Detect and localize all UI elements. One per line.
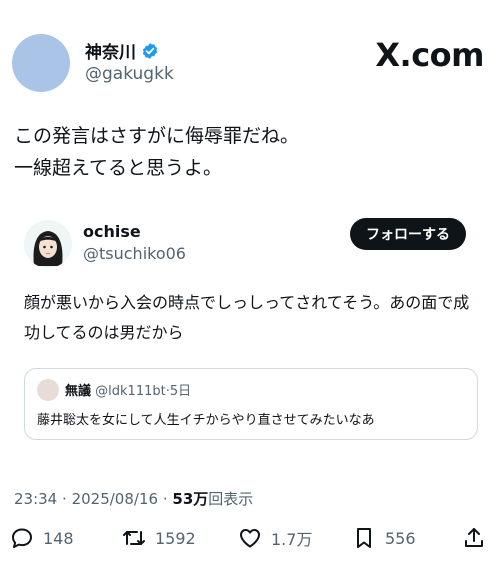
meta-sep: · [162,490,168,508]
heart-icon [240,529,260,548]
nested-author-avatar[interactable] [37,379,59,401]
meta-sep: · [62,490,67,508]
nested-time[interactable]: 5日 [170,384,191,399]
tweet-line: 一線超えてると思うよ。 [14,157,223,179]
bookmark-button[interactable]: 556 [352,526,416,550]
nested-meta: 無議 @ldk111bt·5日 [65,380,191,399]
bookmark-icon [357,528,371,548]
reply-count: 148 [43,528,74,548]
author-name[interactable]: 神奈川 [85,38,136,63]
share-icon [465,528,483,547]
tweet-header: 神奈川 @gakugkk X.com [12,34,488,94]
repost-icon [123,531,145,545]
views-label: 回表示 [208,490,254,508]
follow-button[interactable]: フォローする [350,218,466,250]
illustrated-face-icon [24,220,72,268]
reply-button[interactable]: 148 [10,526,74,550]
brand-text: X.com [375,36,484,74]
author-handle[interactable]: @gakugkk [85,64,174,84]
quoted-post[interactable]: ochise @tsuchiko06 フォローする 顔が悪いから入会の時点でしっ… [10,200,490,466]
post-date[interactable]: 2025/08/16 [72,490,158,508]
tweet-text: この発言はさすがに侮辱罪だね。 一線超えてると思うよ。 [14,120,484,184]
nested-author-name[interactable]: 無議 [65,384,91,399]
action-bar: 148 1592 1.7万 556 [10,526,490,562]
post-time[interactable]: 23:34 [14,490,57,508]
nested-quoted-post[interactable]: 無議 @ldk111bt·5日 藤井聡太を女にして人生イチからやり直させてみたい… [24,368,478,440]
quoted-line: 顔が悪いから入会の時点でしっしってされてそう。あの面で成 [24,293,470,312]
post-meta: 23:34 · 2025/08/16 · 53万回表示 [14,488,253,509]
share-button[interactable] [462,526,486,550]
tweet-line: この発言はさすがに侮辱罪だね。 [14,125,300,147]
nested-post-text: 藤井聡太を女にして人生イチからやり直させてみたいなあ [37,413,375,428]
quoted-author-handle[interactable]: @tsuchiko06 [83,244,186,263]
quoted-line: 功してるのは男だから [24,323,184,342]
nested-author-handle[interactable]: @ldk111bt [95,384,166,399]
like-button[interactable]: 1.7万 [238,526,312,550]
quoted-post-text: 顔が悪いから入会の時点でしっしってされてそう。あの面で成 功してるのは男だから [24,288,474,348]
repost-count: 1592 [155,528,196,548]
author-name-line: 神奈川 [85,38,159,63]
quoted-author-avatar[interactable] [24,220,72,268]
x-com-logo: X.com [375,36,484,74]
verified-badge-icon [142,42,158,59]
author-avatar[interactable] [12,34,70,92]
like-count: 1.7万 [271,530,313,549]
reply-icon [12,528,32,548]
bookmark-count: 556 [385,528,416,548]
views-count: 53万 [172,490,209,508]
quoted-author-name[interactable]: ochise [83,222,141,241]
repost-button[interactable]: 1592 [122,526,196,550]
